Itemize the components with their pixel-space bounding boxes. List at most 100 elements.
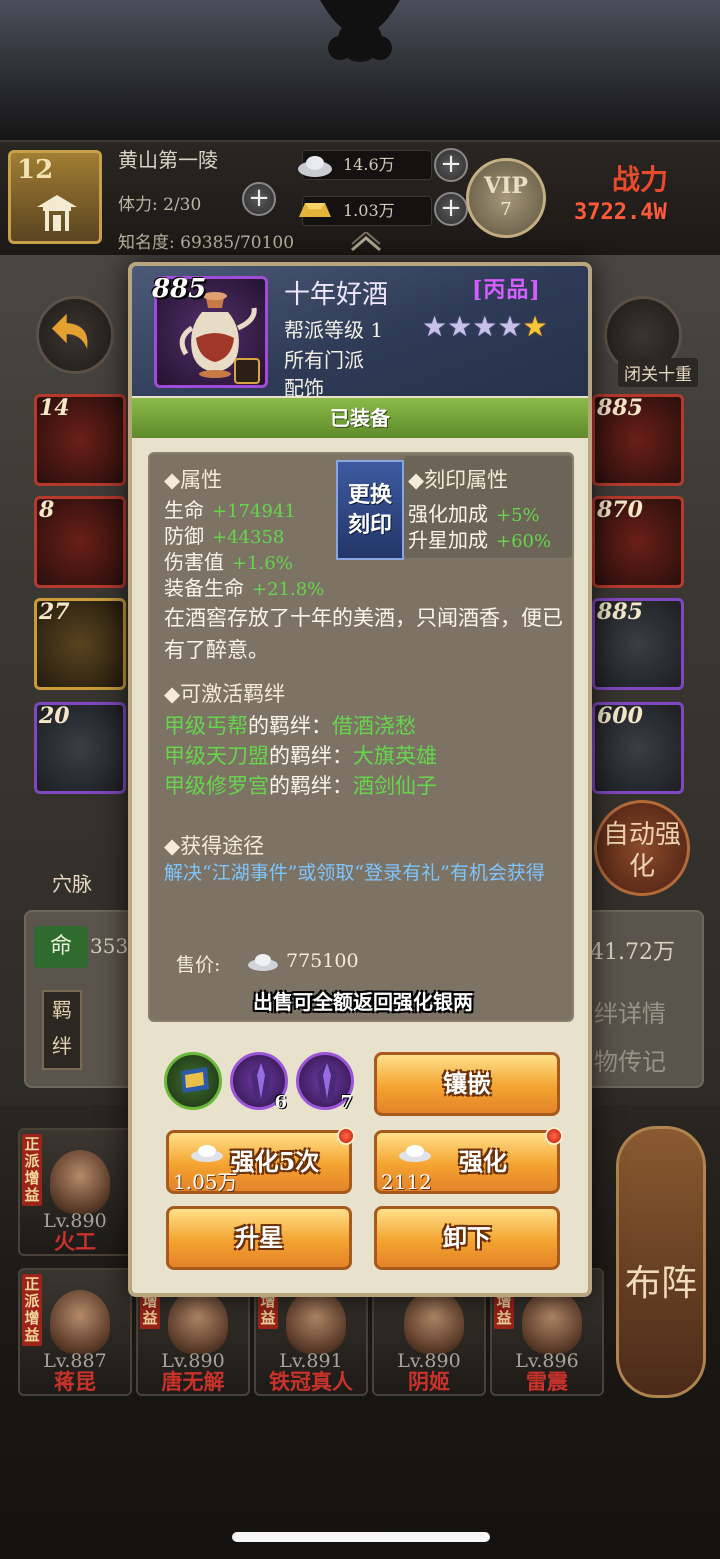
item-name: 十年好酒 bbox=[284, 280, 389, 310]
enhance-cost: 2112 bbox=[381, 1170, 432, 1194]
player-level: 12 bbox=[17, 155, 54, 185]
power-label: 战力 bbox=[612, 163, 669, 196]
slot-level: 885 bbox=[597, 395, 643, 421]
attr-row: 装备生命 +21.8% bbox=[164, 576, 325, 600]
back-button[interactable] bbox=[36, 296, 114, 374]
vip-label: VIP bbox=[484, 173, 528, 199]
notification-dot bbox=[545, 1127, 563, 1145]
silver-value: 14.6万 bbox=[343, 155, 395, 174]
purple-crystal-icon bbox=[251, 1063, 271, 1103]
slot-level: 27 bbox=[39, 599, 70, 625]
gem-count: 6 bbox=[274, 1092, 287, 1113]
left-equip-slot-4[interactable]: 20 bbox=[34, 702, 126, 794]
slot-level: 14 bbox=[39, 395, 70, 421]
add-stamina-button[interactable]: + bbox=[242, 182, 276, 216]
item-level: 885 bbox=[152, 274, 207, 304]
engrave-row: 强化加成 +5% bbox=[408, 502, 540, 526]
auto-enhance-button[interactable]: 自动强化 bbox=[594, 800, 690, 896]
silver-ingot-icon bbox=[298, 156, 332, 177]
treasure-note-link[interactable]: 物传记 bbox=[594, 1042, 666, 1077]
right-equip-slot-1[interactable]: 885 bbox=[592, 394, 684, 486]
price-label: 售价: bbox=[176, 954, 221, 976]
slot-level: 885 bbox=[597, 599, 643, 625]
attr-row: 伤害值 +1.6% bbox=[164, 550, 293, 574]
hero-portrait bbox=[50, 1150, 110, 1214]
socket-gem-icon bbox=[234, 358, 260, 384]
star-rating: ★★★★★ bbox=[422, 310, 548, 343]
hero-name: 铁冠真人 bbox=[269, 1369, 353, 1394]
change-engrave-button[interactable]: 更换刻印 bbox=[336, 460, 404, 560]
star-icon: ★ bbox=[522, 310, 548, 343]
star-icon: ★ bbox=[447, 310, 473, 343]
gold-ingot-icon bbox=[299, 203, 331, 217]
hero-card[interactable]: 正派增益 Lv.887 蒋昆 bbox=[18, 1268, 132, 1396]
hero-name: 雷震 bbox=[526, 1369, 568, 1394]
hero-buff-badge: 正派增益 bbox=[22, 1274, 42, 1346]
notification-dot bbox=[337, 1127, 355, 1145]
add-gold-button[interactable]: + bbox=[434, 192, 468, 226]
hero-name: 阴姬 bbox=[408, 1369, 450, 1394]
refund-note: 出售可全额返回强化银两 bbox=[253, 990, 473, 1014]
hero-portrait bbox=[404, 1290, 464, 1354]
gold-value: 1.03万 bbox=[343, 201, 395, 220]
enhance-button[interactable]: 强化 2112 bbox=[374, 1127, 563, 1194]
item-description: 在酒窖存放了十年的美酒，只闻酒香，便已有了醉意。 bbox=[164, 606, 563, 662]
hero-portrait bbox=[168, 1290, 228, 1354]
hero-portrait bbox=[286, 1290, 346, 1354]
star-icon: ★ bbox=[472, 310, 498, 343]
cloud-emblem-icon bbox=[320, 0, 400, 62]
player-level-badge[interactable]: 12 bbox=[8, 150, 102, 244]
bond-detail-link[interactable]: 绊详情 bbox=[594, 994, 666, 1029]
purple-crystal-icon bbox=[317, 1063, 337, 1103]
star-icon: ★ bbox=[497, 310, 523, 343]
pavilion-icon bbox=[37, 195, 77, 231]
add-silver-button[interactable]: + bbox=[434, 148, 468, 182]
gem-slot[interactable] bbox=[164, 1052, 222, 1110]
bonds-title: ◆可激活羁绊 bbox=[164, 682, 286, 706]
right-equip-slot-3[interactable]: 885 bbox=[592, 598, 684, 690]
silver-ingot-icon bbox=[191, 1145, 223, 1162]
guild-level: 帮派等级 1 bbox=[284, 318, 384, 342]
ming-tab[interactable]: 命 bbox=[34, 926, 88, 968]
enhance-5-label: 强化5次 bbox=[230, 1147, 320, 1176]
formation-button[interactable]: 布阵 bbox=[616, 1126, 706, 1398]
hero-buff-badge: 正派增益 bbox=[22, 1134, 42, 1206]
home-indicator[interactable] bbox=[232, 1532, 490, 1542]
item-slot: 配饰 bbox=[284, 376, 324, 400]
panel-left-value: 353 bbox=[90, 934, 129, 958]
unequip-label: 卸下 bbox=[443, 1223, 491, 1252]
right-equip-slot-4[interactable]: 600 bbox=[592, 702, 684, 794]
star-up-button[interactable]: 升星 bbox=[166, 1206, 352, 1270]
acupoint-button[interactable]: 穴脉 bbox=[52, 868, 92, 897]
location-name: 黄山第一陵 bbox=[118, 148, 218, 172]
star-icon: ★ bbox=[422, 310, 448, 343]
slot-level: 8 bbox=[39, 497, 55, 523]
unequip-button[interactable]: 卸下 bbox=[374, 1206, 560, 1270]
hero-name: 蒋昆 bbox=[54, 1369, 96, 1394]
inlay-button[interactable]: 镶嵌 bbox=[374, 1052, 560, 1116]
chevron-up-icon[interactable] bbox=[348, 232, 384, 252]
right-equip-slot-2[interactable]: 870 bbox=[592, 496, 684, 588]
hero-card[interactable]: 正派增益 Lv.890 火工 bbox=[18, 1128, 132, 1256]
silver-counter: 14.6万 bbox=[298, 150, 432, 180]
engrave-title: ◆刻印属性 bbox=[408, 468, 509, 492]
left-equip-slot-3[interactable]: 27 bbox=[34, 598, 126, 690]
faction: 所有门派 bbox=[284, 348, 364, 372]
vip-level: 7 bbox=[500, 199, 512, 220]
enhance-5-button[interactable]: 强化5次 1.05万 bbox=[166, 1127, 355, 1194]
fame-text: 知名度: 69385/70100 bbox=[118, 233, 295, 253]
slot-level: 600 bbox=[597, 703, 643, 729]
vip-badge[interactable]: VIP 7 bbox=[466, 158, 546, 238]
panel-right-value: 41.72万 bbox=[590, 940, 675, 965]
left-equip-slot-1[interactable]: 14 bbox=[34, 394, 126, 486]
manual-icon bbox=[181, 1067, 209, 1093]
gem-count: 7 bbox=[340, 1092, 353, 1113]
gem-slot[interactable]: 7 bbox=[296, 1052, 354, 1113]
left-equip-slot-2[interactable]: 8 bbox=[34, 496, 126, 588]
bond-row: 甲级天刀盟的羁绊：大旗英雄 bbox=[164, 744, 437, 768]
retreat-label: 闭关十重 bbox=[618, 358, 698, 387]
bond-tab[interactable]: 羁绊 bbox=[42, 990, 82, 1070]
gem-slot[interactable]: 6 bbox=[230, 1052, 288, 1113]
hero-portrait bbox=[522, 1290, 582, 1354]
source-text: 解决“江湖事件”或领取“登录有礼”有机会获得 bbox=[164, 862, 545, 884]
